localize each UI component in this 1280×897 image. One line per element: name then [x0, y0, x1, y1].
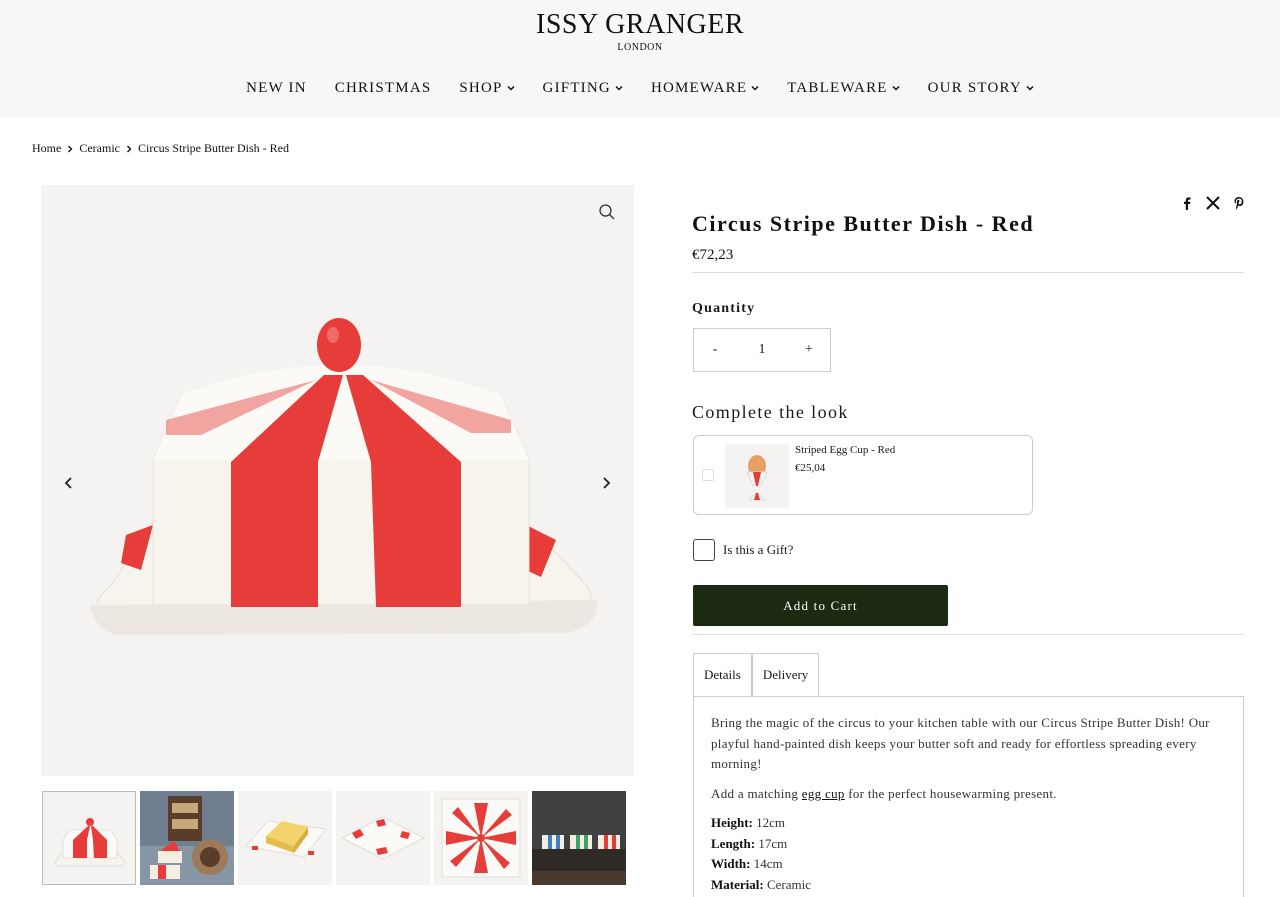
brand-subtitle: LONDON	[617, 42, 663, 53]
thumbnail-strip	[42, 791, 626, 885]
spec-label: Length:	[711, 835, 756, 851]
nav-item-tableware[interactable]: TABLEWARE	[787, 78, 900, 98]
nav-item-new-in[interactable]: NEW IN	[246, 78, 307, 98]
facebook-icon[interactable]	[1180, 196, 1194, 210]
thumbnail-2[interactable]	[140, 791, 234, 885]
thumbnail-6[interactable]	[532, 791, 626, 885]
site-header: ISSY GRANGER LONDON NEW IN CHRISTMAS SHO…	[0, 0, 1280, 117]
spec-value: Ceramic	[763, 876, 811, 892]
complete-the-look-heading: Complete the look	[692, 402, 849, 422]
quantity-decrease-button[interactable]: -	[694, 342, 736, 358]
thumbnail-3[interactable]	[238, 791, 332, 885]
add-to-cart-button[interactable]: Add to Cart	[693, 585, 948, 626]
spec-value: 14cm	[750, 856, 783, 871]
nav-label: CHRISTMAS	[334, 80, 432, 96]
complete-the-look-checkbox[interactable]	[702, 469, 714, 481]
gift-checkbox[interactable]	[693, 539, 715, 561]
divider	[692, 634, 1244, 635]
egg-cup-link[interactable]: egg cup	[802, 786, 845, 801]
product-price: €72,23	[692, 247, 734, 263]
zoom-icon[interactable]	[598, 203, 616, 221]
thumbnail-image	[336, 791, 430, 885]
spec-value: 12cm	[752, 815, 786, 830]
nav-item-shop[interactable]: SHOP	[459, 78, 515, 98]
nav-item-christmas[interactable]: CHRISTMAS	[335, 78, 432, 98]
chevron-right-icon	[68, 145, 73, 152]
tab-delivery[interactable]: Delivery	[751, 653, 820, 697]
spec-length: Length: 17cm	[711, 834, 1226, 855]
quantity-label: Quantity	[692, 301, 756, 316]
thumbnail-5[interactable]	[434, 791, 528, 885]
thumbnail-4[interactable]	[336, 791, 430, 885]
nav-item-homeware[interactable]: HOMEWARE	[651, 78, 759, 98]
spec-label: Width:	[711, 856, 751, 871]
nav-label: SHOP	[459, 80, 503, 96]
spec-material: Material: Ceramic	[711, 875, 1226, 896]
butter-dish-illustration	[89, 318, 597, 635]
x-icon[interactable]	[1206, 196, 1220, 210]
product-description: Bring the magic of the circus to your ki…	[711, 715, 1210, 771]
product-specs: Height: 12cm Length: 17cm Width: 14cm Ma…	[711, 813, 1226, 895]
matching-suffix: for the perfect housewarming present.	[844, 785, 1057, 801]
quantity-stepper: - 1 +	[693, 328, 831, 372]
chevron-down-icon	[507, 85, 515, 91]
matching-product-text: Add a matching egg cup for the perfect h…	[711, 784, 1226, 805]
chevron-down-icon	[892, 85, 900, 91]
arrow-right-icon[interactable]	[598, 475, 614, 491]
spec-height: Height: 12cm	[711, 813, 1226, 834]
nav-label: OUR STORY	[927, 80, 1022, 96]
product-tabs: Details Delivery	[693, 653, 820, 697]
main-nav: NEW IN CHRISTMAS SHOP GIFTING HOMEWARE T…	[0, 78, 1280, 98]
chevron-right-icon	[126, 145, 132, 152]
pinterest-icon[interactable]	[1232, 196, 1246, 210]
thumbnail-image	[43, 792, 135, 884]
product-title: Circus Stripe Butter Dish - Red	[692, 211, 1035, 236]
breadcrumb-ceramic[interactable]: Ceramic	[79, 141, 120, 156]
breadcrumb-current: Circus Stripe Butter Dish - Red	[137, 141, 289, 155]
thumbnail-image	[434, 791, 528, 885]
tab-details[interactable]: Details	[693, 653, 752, 697]
spec-label: Height:	[711, 815, 753, 830]
spec-width: Width: 14cm	[711, 854, 1226, 875]
brand-logo[interactable]: ISSY GRANGER LONDON	[0, 8, 1280, 54]
nav-item-gifting[interactable]: GIFTING	[543, 78, 623, 98]
complete-the-look-item-price: €25,04	[795, 462, 826, 474]
breadcrumb-home[interactable]: Home	[32, 141, 61, 156]
thumbnail-image	[140, 791, 234, 885]
breadcrumb: Home Ceramic Circus Stripe Butter Dish -…	[32, 141, 289, 156]
chevron-down-icon	[751, 85, 759, 91]
matching-prefix: Add a matching	[711, 785, 802, 801]
complete-the-look-card: Striped Egg Cup - Red €25,04	[693, 435, 1033, 515]
thumbnail-image	[532, 791, 626, 885]
spec-label: Material:	[711, 876, 764, 892]
main-product-image[interactable]	[41, 185, 634, 776]
nav-label: TABLEWARE	[787, 80, 888, 96]
gift-label[interactable]: Is this a Gift?	[723, 542, 793, 558]
nav-label: GIFTING	[542, 80, 611, 96]
details-panel: Bring the magic of the circus to your ki…	[693, 696, 1244, 897]
arrow-left-icon[interactable]	[61, 475, 77, 491]
egg-cup-illustration	[746, 455, 768, 501]
nav-label: NEW IN	[246, 80, 307, 96]
nav-item-our-story[interactable]: OUR STORY	[928, 78, 1034, 98]
egg-cup-image[interactable]	[725, 444, 789, 508]
complete-the-look-item-name[interactable]: Striped Egg Cup - Red	[795, 444, 895, 456]
nav-label: HOMEWARE	[650, 80, 748, 96]
quantity-input[interactable]: 1	[736, 342, 788, 358]
thumbnail-image	[238, 791, 332, 885]
share-links	[1180, 196, 1246, 210]
divider	[692, 272, 1244, 273]
spec-value: 17cm	[755, 835, 788, 851]
brand-name[interactable]: ISSY GRANGER	[0, 8, 1280, 42]
thumbnail-1[interactable]	[42, 791, 136, 885]
chevron-down-icon	[615, 85, 623, 91]
quantity-increase-button[interactable]: +	[788, 342, 830, 358]
chevron-down-icon	[1026, 85, 1034, 91]
